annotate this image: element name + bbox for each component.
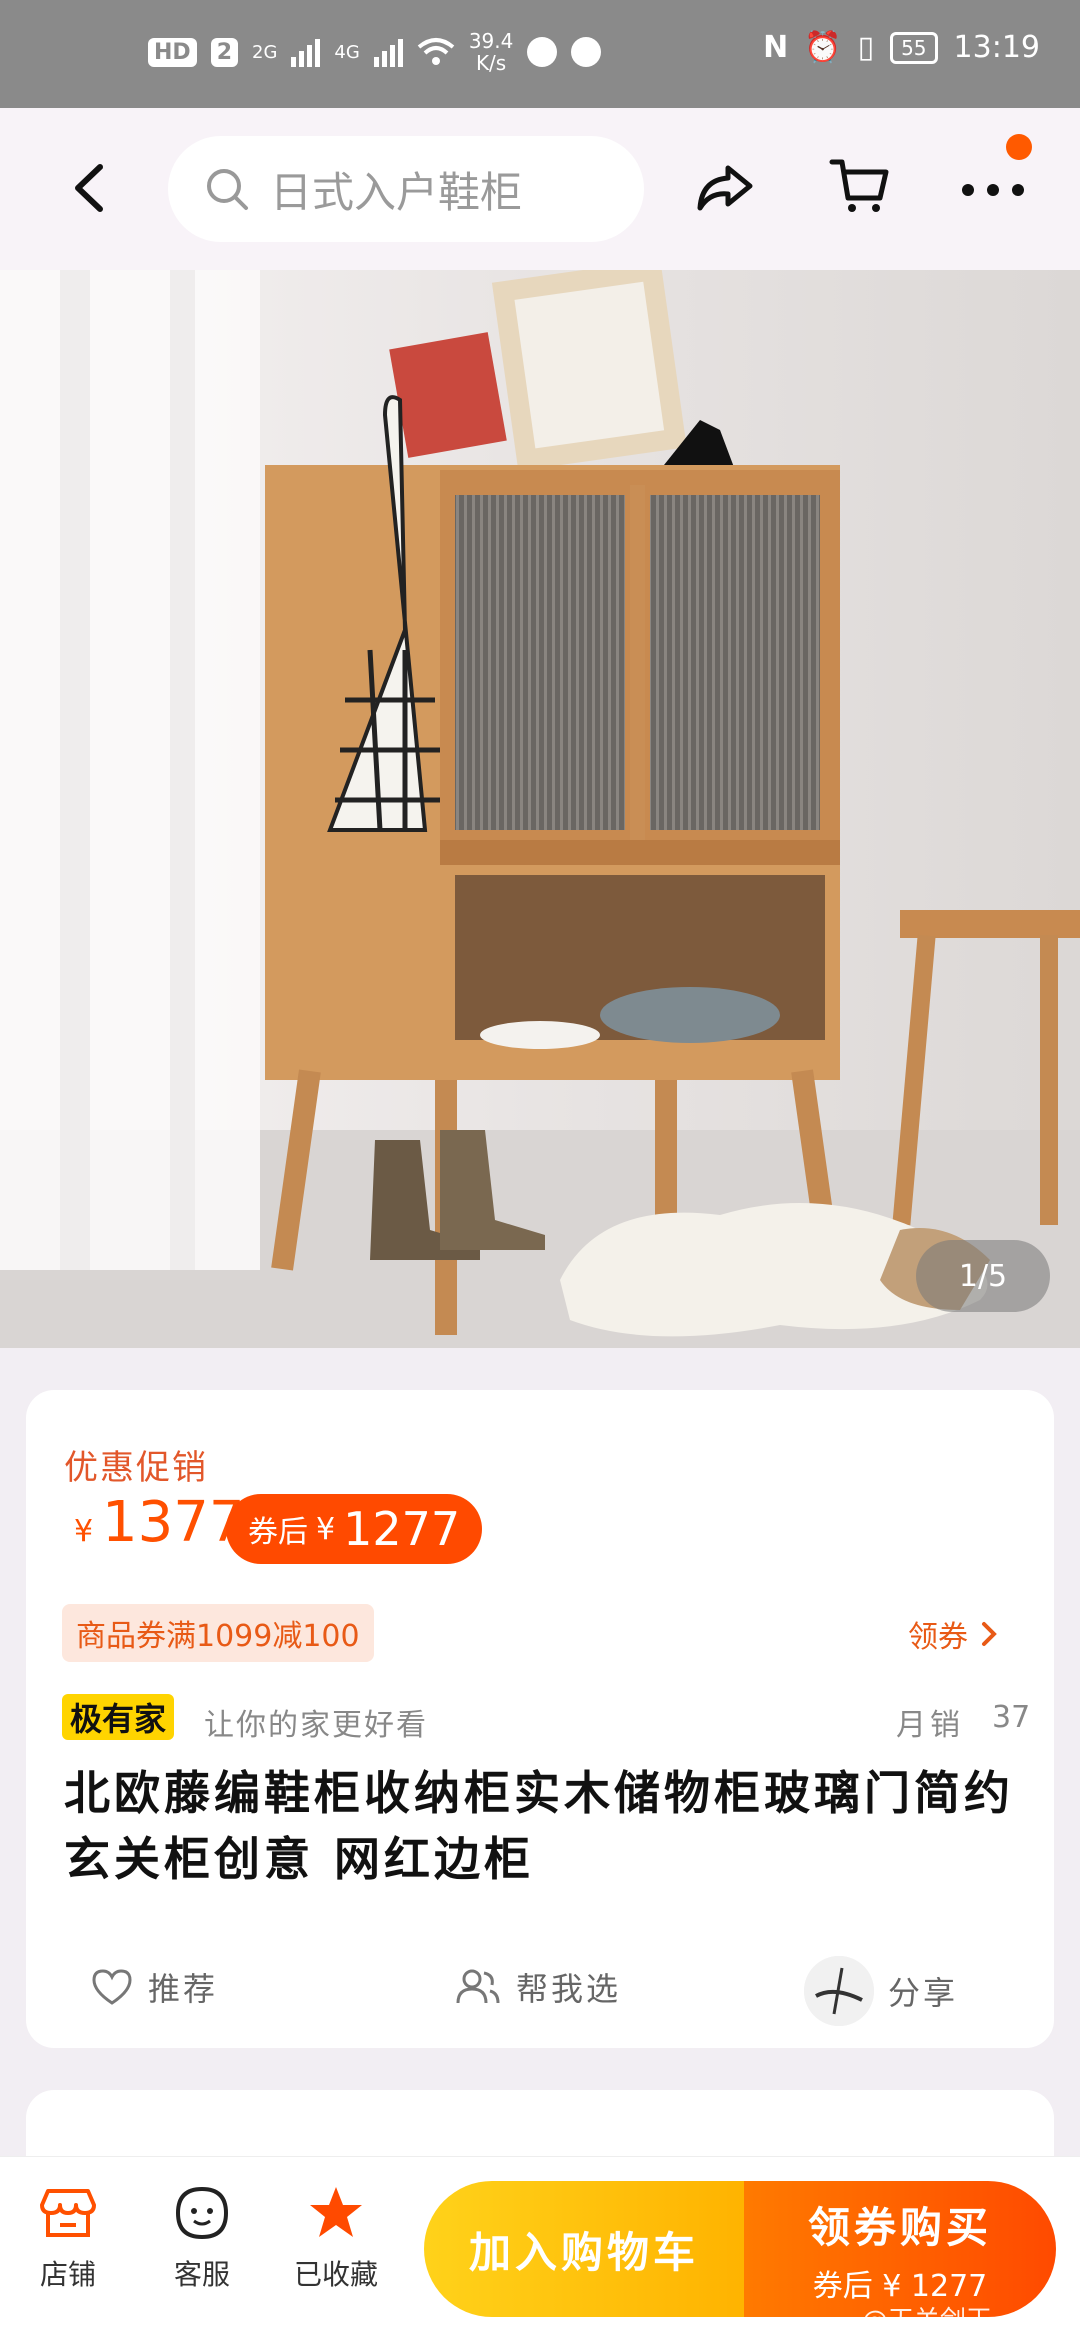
coupon-prefix: 券后 (248, 1515, 308, 1550)
share-button[interactable] (692, 158, 758, 218)
voucher-tag: 商品券满1099减100 (62, 1604, 374, 1662)
product-info-card: 优惠促销 ¥ 1377 券后 ¥ 1277 商品券满1099减100 领券 极有… (26, 1390, 1054, 2048)
status-bar: HD 2 2G 4G 39.4 K/s N ⏰ ▯ 55 13:19 (0, 0, 1080, 108)
top-nav-bar: 日式入户鞋柜 (0, 108, 1080, 270)
chevron-left-icon (75, 164, 103, 212)
signal-icon (291, 37, 321, 67)
chevron-right-icon (982, 1622, 997, 1646)
speed-value: 39.4 (468, 29, 514, 53)
customer-service-tab[interactable]: 客服 (152, 2183, 252, 2293)
people-icon (456, 1969, 500, 2004)
service-icon (175, 2186, 229, 2240)
help-choose-label: 帮我选 (516, 1970, 622, 2008)
buy-sub-label: 券后 ¥ 1277 (812, 2268, 988, 2304)
share-label: 分享 (888, 1974, 959, 2012)
star-icon (310, 2187, 362, 2237)
message-icon (571, 37, 602, 67)
product-title: 北欧藤编鞋柜收纳柜实木储物柜玻璃门简约玄关柜创意 网红边柜 (64, 1766, 1014, 1886)
network-speed: 39.4 K/s (469, 30, 514, 74)
sim-indicator: 2 (210, 37, 238, 67)
favorite-tab[interactable]: 已收藏 (286, 2183, 386, 2293)
add-to-cart-button[interactable]: 加入购物车 (424, 2181, 744, 2317)
recommend-label: 推荐 (148, 1970, 219, 2008)
service-label: 客服 (173, 2258, 230, 2291)
signal-icon-2 (373, 37, 403, 67)
more-button[interactable] (958, 160, 1028, 220)
product-image[interactable] (0, 270, 1080, 1348)
heart-icon (92, 1969, 132, 2005)
coupon-price: 1277 (343, 1502, 461, 1556)
coupon-currency: ¥ (316, 1511, 336, 1547)
recommend-button[interactable]: 推荐 (90, 1964, 218, 2010)
search-query: 日式入户鞋柜 (270, 167, 523, 217)
image-counter: 1/5 (916, 1240, 1050, 1312)
more-icon (962, 184, 1024, 196)
monthly-sales-count: 37 (992, 1700, 1031, 1735)
help-choose-button[interactable]: 帮我选 (454, 1964, 621, 2010)
clock: 13:19 (953, 30, 1040, 65)
cart-icon (829, 159, 889, 212)
voice-icon (527, 37, 558, 67)
get-coupon-button[interactable]: 领券 (908, 1612, 998, 1656)
back-button[interactable] (60, 153, 120, 223)
search-icon (207, 169, 248, 210)
brand-slogan: 让你的家更好看 (204, 1708, 428, 1743)
wifi-icon (417, 38, 455, 65)
store-label: 店铺 (39, 2258, 96, 2291)
nfc-icon: N (763, 30, 789, 65)
price-currency: ¥ (74, 1514, 94, 1549)
price: 1377 (102, 1490, 245, 1555)
share-icon (697, 165, 753, 211)
vibrate-icon: ▯ (857, 30, 875, 65)
share-product-button[interactable]: 分享 (804, 1956, 958, 2026)
cart-button[interactable] (828, 154, 892, 218)
store-tab[interactable]: 店铺 (18, 2183, 118, 2293)
monthly-sales-label: 月销 (896, 1708, 964, 1743)
alarm-icon: ⏰ (804, 30, 842, 65)
network-2g-label: 2G (252, 41, 278, 63)
buy-main-label: 领券购买 (807, 2202, 992, 2252)
hd-indicator: HD (148, 37, 197, 67)
product-photo (0, 270, 1080, 1348)
store-icon (40, 2189, 96, 2237)
get-coupon-label: 领券 (908, 1620, 968, 1655)
buy-with-coupon-button[interactable]: 领券购买 券后 ¥ 1277 (744, 2181, 1056, 2317)
network-4g-label: 4G (334, 41, 360, 63)
coupon-price-badge: 券后 ¥ 1277 (226, 1494, 483, 1564)
avatar (804, 1956, 874, 2026)
watermark: @天关剑王 (862, 2306, 993, 2336)
speed-unit: K/s (475, 51, 507, 75)
notification-dot (1006, 134, 1032, 160)
battery-indicator: 55 (890, 31, 938, 64)
search-box[interactable]: 日式入户鞋柜 (168, 136, 644, 242)
favorited-label: 已收藏 (293, 2258, 378, 2291)
promo-label: 优惠促销 (64, 1448, 208, 1488)
brand-badge: 极有家 (62, 1694, 175, 1740)
